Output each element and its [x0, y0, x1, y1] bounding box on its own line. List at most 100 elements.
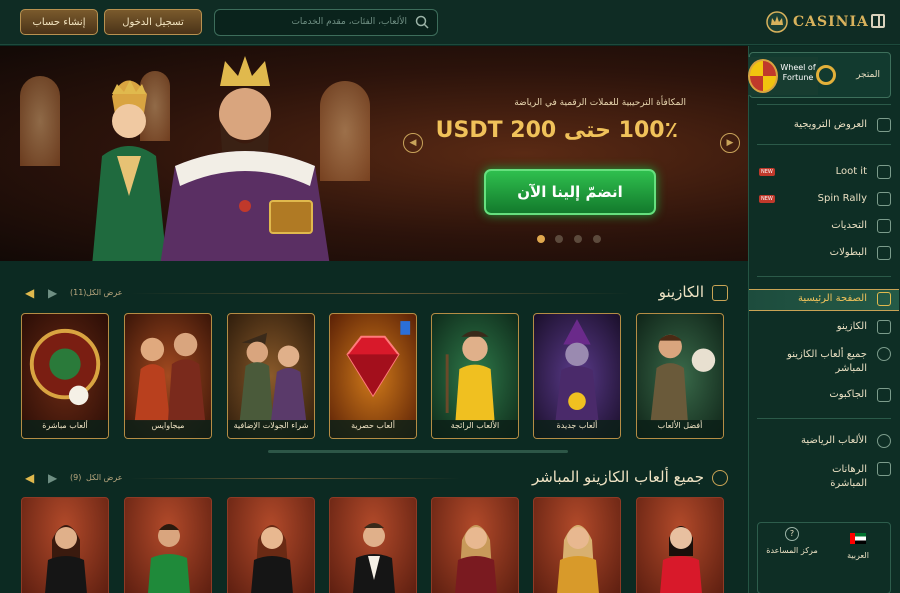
hero-subtitle: المكافأة الترحيبية للعملات الرقمية في ال…: [514, 98, 686, 108]
question-icon: ?: [785, 527, 799, 541]
crown-logo-icon: [766, 11, 788, 33]
sidebar-item-label: البطولات: [829, 247, 867, 258]
hero-next-arrow-icon[interactable]: ▶: [720, 133, 740, 153]
live-view-all-link[interactable]: عرض الكل: [86, 473, 123, 482]
top-header: إنشاء حساب تسجيل الدخول الألعاب، الفئات،…: [0, 0, 900, 45]
sidebar-item-label: جميع ألعاب الكازينو المباشر: [787, 349, 867, 374]
login-button[interactable]: تسجيل الدخول: [104, 9, 202, 35]
fisherman-art: [445, 330, 495, 421]
casino-section-header: ◀ ▶ (11) عرض الكل الكازينو: [20, 283, 728, 305]
game-card-label: ميجاوايس: [125, 420, 211, 438]
dealer-portrait: [455, 525, 497, 593]
sidebar-item-jackpot[interactable]: الجاكبوت: [749, 386, 899, 406]
sidebar-item-label: Loot it: [835, 166, 867, 177]
loot-box-icon: [877, 165, 891, 179]
store-banner[interactable]: Wheel of Fortune المتجر: [748, 52, 891, 98]
sidebar-toggle-icon[interactable]: [871, 14, 885, 28]
search-placeholder: الألعاب، الفئات، مقدم الخدمات: [291, 17, 407, 27]
sidebar-item-label: العروض الترويجية: [793, 119, 867, 130]
carousel-dot-1[interactable]: [537, 235, 545, 243]
wheel-of-fortune-promo[interactable]: Wheel of Fortune: [748, 57, 818, 95]
hero-prev-arrow-icon[interactable]: ◀: [403, 133, 423, 153]
sidebar-item-challenges[interactable]: التحديات: [749, 217, 899, 237]
sidebar-item-live-casino[interactable]: جميع ألعاب الكازينو المباشر: [749, 345, 899, 379]
casinia-logo[interactable]: CASINIA: [765, 10, 869, 34]
game-card-label: الألعاب الرائجة: [432, 420, 518, 438]
carousel-dot-3[interactable]: [574, 235, 582, 243]
sidebar-item-casino[interactable]: الكازينو: [749, 318, 899, 338]
sidebar-item-home[interactable]: الصفحة الرئيسية: [749, 289, 899, 311]
dealer-portrait: [45, 525, 87, 593]
casino-next-arrow-icon[interactable]: ▶: [48, 286, 57, 300]
home-icon: [877, 292, 891, 306]
live-dealer-card[interactable]: [533, 497, 621, 593]
sidebar-item-loot-it[interactable]: NEW Loot it: [749, 163, 899, 183]
live-dealer-card[interactable]: [124, 497, 212, 593]
live-dealer-card[interactable]: [431, 497, 519, 593]
game-card-megaways[interactable]: ميجاوايس: [124, 313, 212, 439]
search-icon[interactable]: [415, 15, 429, 29]
casino-prev-arrow-icon[interactable]: ◀: [25, 286, 34, 300]
sidebar-item-promotions[interactable]: العروض الترويجية: [749, 116, 899, 136]
game-card-new[interactable]: ألعاب جديدة: [533, 313, 621, 439]
sidebar-divider: [757, 418, 891, 419]
ruby-gem-art: [346, 321, 411, 398]
game-card-bonus-buy[interactable]: شراء الجولات الإضافية: [227, 313, 315, 439]
store-basket-icon: [816, 65, 836, 85]
live-next-arrow-icon[interactable]: ▶: [48, 471, 57, 485]
language-selector[interactable]: العربية: [828, 533, 888, 561]
sidebar-item-spin-rally[interactable]: NEW Spin Rally: [749, 190, 899, 210]
carousel-dot-4[interactable]: [593, 235, 601, 243]
casino-view-all-link[interactable]: عرض الكل: [86, 288, 123, 297]
live-dealer-card[interactable]: [21, 497, 109, 593]
game-card-label: ألعاب مباشرة: [22, 420, 108, 438]
bonus-buy-art: [239, 332, 307, 421]
sidebar-item-tournaments[interactable]: البطولات: [749, 244, 899, 264]
live-prev-arrow-icon[interactable]: ◀: [25, 471, 34, 485]
horizontal-scrollbar[interactable]: [268, 450, 568, 453]
hero-title: 100٪ حتى 200 USDT: [435, 118, 678, 143]
hero-banner[interactable]: المكافأة الترحيبية للعملات الرقمية في ال…: [0, 46, 748, 261]
live-section-header: ◀ ▶ (9) عرض الكل جميع ألعاب الكازينو الم…: [20, 468, 728, 490]
live-dealer-card[interactable]: [329, 497, 417, 593]
seven-icon: [877, 388, 891, 402]
new-badge: NEW: [759, 168, 775, 176]
sidebar-item-sports[interactable]: الألعاب الرياضية: [749, 432, 899, 452]
live-dealer-card[interactable]: [227, 497, 315, 593]
casino-section-title: الكازينو: [658, 283, 704, 301]
section-divider: [130, 293, 630, 294]
casino-building-icon: [712, 285, 728, 301]
language-label: العربية: [847, 551, 869, 560]
dealer-portrait: [557, 525, 599, 593]
uae-flag-icon: [850, 533, 866, 544]
game-card-exclusive[interactable]: ألعاب حصرية: [329, 313, 417, 439]
live-count: (9): [70, 473, 82, 482]
new-badge: NEW: [759, 195, 775, 203]
game-card-label: أفضل الألعاب: [637, 420, 723, 438]
sidebar-item-live-bets[interactable]: الرهانات المباشرة: [749, 460, 899, 492]
dealer-portrait: [353, 523, 395, 593]
search-input[interactable]: الألعاب، الفئات، مقدم الخدمات: [214, 9, 438, 36]
logo-text: CASINIA: [793, 14, 869, 30]
signup-button[interactable]: إنشاء حساب: [20, 9, 98, 35]
help-label: مركز المساعدة: [766, 546, 818, 555]
megaways-art: [134, 332, 206, 421]
live-section-title: جميع ألعاب الكازينو المباشر: [531, 468, 704, 486]
section-divider: [130, 478, 460, 479]
carousel-dot-2[interactable]: [555, 235, 563, 243]
dealer-portrait: [660, 526, 702, 593]
sidebar-item-label: الرهانات المباشرة: [830, 464, 867, 489]
sidebar-divider: [757, 276, 891, 277]
bell-icon: [877, 219, 891, 233]
game-card-trending[interactable]: الألعاب الرائجة: [431, 313, 519, 439]
game-card-top[interactable]: أفضل الألعاب: [636, 313, 724, 439]
background-window: [20, 76, 60, 166]
roulette-art: [29, 328, 101, 406]
game-card-label: شراء الجولات الإضافية: [228, 420, 314, 438]
help-center-link[interactable]: ? مركز المساعدة: [762, 527, 822, 556]
join-now-button[interactable]: انضمّ إلينا الآن: [484, 169, 656, 215]
sidebar-divider: [757, 104, 891, 105]
game-card-live[interactable]: ألعاب مباشرة: [21, 313, 109, 439]
live-dealer-card[interactable]: [636, 497, 724, 593]
sidebar-item-label: Spin Rally: [817, 193, 867, 204]
